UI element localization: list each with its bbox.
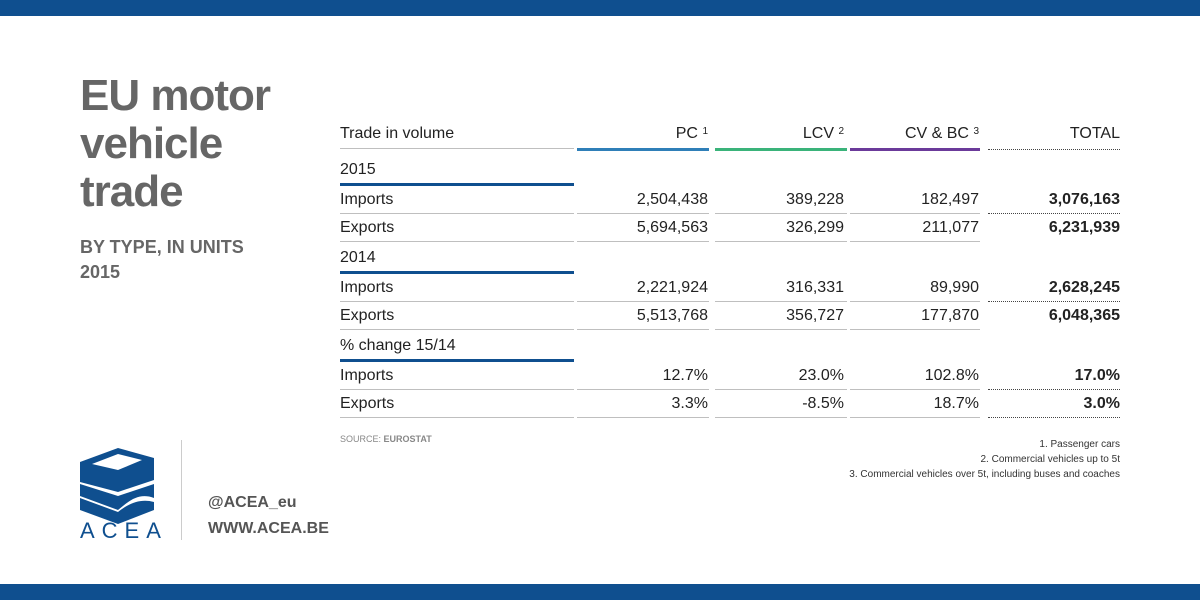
table-row: Exports 5,513,768 356,727 177,870 6,048,… [340,302,1120,330]
cell-lcv: -8.5% [802,395,844,412]
section-label: 2015 [340,161,376,178]
header-lcv-text: LCV [802,125,834,142]
section-2014: 2014 [340,242,1120,274]
header-divider [340,148,574,149]
cell-lcv: 389,228 [786,191,844,208]
row-label: Imports [340,191,394,208]
subtitle-line-1: BY TYPE, IN UNITS [80,237,244,257]
cell-cv: 18.7% [933,395,979,412]
bottom-band [0,584,1200,600]
cell-pc: 3.3% [671,395,708,412]
footnote-3: 3. Commercial vehicles over 5t, includin… [849,469,1120,480]
contact-block: @ACEA_eu WWW.ACEA.BE [208,490,329,542]
section-label: 2014 [340,249,376,266]
footnote-2: 2. Commercial vehicles up to 5t [980,454,1120,465]
cell-pc: 2,221,924 [636,279,708,296]
twitter-handle[interactable]: @ACEA_eu [208,490,329,516]
section-change: % change 15/14 [340,330,1120,362]
logo-text: ACEA [80,518,168,543]
header-pc-sup: 1 [702,126,708,137]
section-2015: 2015 [340,154,1120,186]
cell-total: 17.0% [1074,367,1120,384]
header-cv-sup: 3 [973,126,979,137]
row-divider [577,417,709,418]
source-prefix: SOURCE: [340,434,382,444]
cell-total: 3,076,163 [1048,191,1120,208]
header-cv: CV & BC 3 [905,120,979,148]
row-label: Imports [340,367,394,384]
header-pc-text: PC [675,125,698,142]
cv-color-bar [850,148,980,151]
row-divider [340,417,574,418]
cell-cv: 182,497 [921,191,979,208]
cell-pc: 2,504,438 [636,191,708,208]
cell-pc: 5,694,563 [636,219,708,236]
section-label: % change 15/14 [340,337,456,354]
header-cv-text: CV & BC [904,125,969,142]
total-dotted-line [988,149,1120,150]
table-row: Imports 2,504,438 389,228 182,497 3,076,… [340,186,1120,214]
cell-pc: 12.7% [662,367,708,384]
lcv-color-bar [715,148,847,151]
cell-cv: 211,077 [922,219,979,236]
table-row: Imports 12.7% 23.0% 102.8% 17.0% [340,362,1120,390]
cell-cv: 89,990 [930,279,979,296]
header-lcv-sup: 2 [838,126,844,137]
row-divider [850,417,980,418]
header-label: Trade in volume [340,125,455,142]
row-label: Exports [340,307,395,324]
row-label: Exports [340,395,395,412]
header-lcv: LCV 2 [803,120,844,148]
subtitle-line-2: 2015 [80,262,121,282]
page-subtitle: BY TYPE, IN UNITS 2015 [80,235,244,285]
website-link[interactable]: WWW.ACEA.BE [208,516,329,542]
cell-pc: 5,513,768 [636,307,708,324]
row-divider-dotted [988,417,1120,418]
cell-total: 3.0% [1083,395,1120,412]
pc-color-bar [577,148,709,151]
cell-cv: 177,870 [921,307,979,324]
top-band [0,0,1200,16]
trade-table: Trade in volume PC 1 LCV 2 CV & BC 3 TOT… [340,120,1120,418]
vertical-divider [181,440,182,540]
row-divider [715,417,847,418]
header-pc: PC 1 [676,120,708,148]
cell-lcv: 356,727 [786,307,844,324]
cell-total: 6,048,365 [1048,307,1120,324]
cell-cv: 102.8% [924,367,979,384]
page-title: EU motor vehicle trade [80,71,271,216]
row-label: Imports [340,279,394,296]
cell-lcv: 23.0% [798,367,844,384]
table-row: Exports 3.3% -8.5% 18.7% 3.0% [340,390,1120,418]
cell-total: 6,231,939 [1048,219,1120,236]
header-total: TOTAL [1069,125,1120,142]
table-row: Exports 5,694,563 326,299 211,077 6,231,… [340,214,1120,242]
source-line: SOURCE: EUROSTAT [340,434,432,444]
cell-lcv: 316,331 [786,279,844,296]
footnotes: 1. Passenger cars 2. Commercial vehicles… [849,437,1120,482]
table-header-row: Trade in volume PC 1 LCV 2 CV & BC 3 TOT… [340,120,1120,148]
cell-total: 2,628,245 [1048,279,1120,296]
footnote-1: 1. Passenger cars [1039,439,1120,450]
source-name: EUROSTAT [383,434,432,444]
cell-lcv: 326,299 [786,219,844,236]
row-label: Exports [340,219,395,236]
table-row: Imports 2,221,924 316,331 89,990 2,628,2… [340,274,1120,302]
